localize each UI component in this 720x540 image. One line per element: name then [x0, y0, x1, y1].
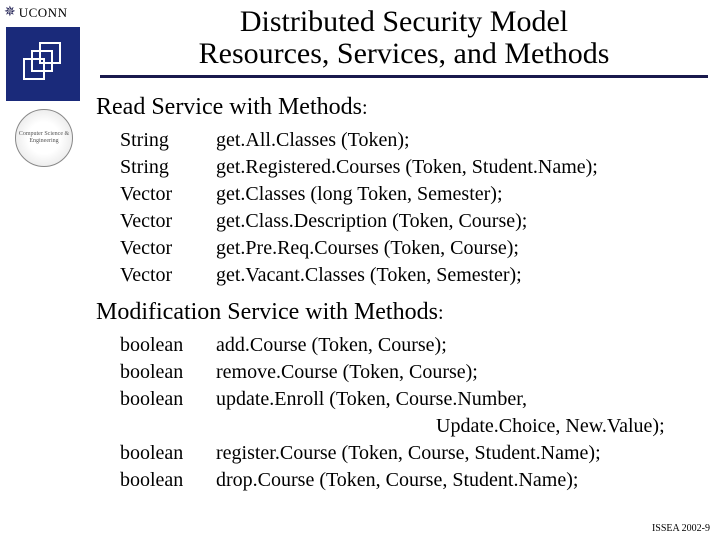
signature: drop.Course (Token, Course, Student.Name…: [216, 467, 708, 494]
dept-logo: [6, 27, 80, 101]
signature: get.Classes (long Token, Semester);: [216, 181, 708, 208]
signature: update.Enroll (Token, Course.Number,: [216, 386, 708, 413]
method-row: booleanregister.Course (Token, Course, S…: [120, 440, 708, 467]
method-row: booleandrop.Course (Token, Course, Stude…: [120, 467, 708, 494]
return-type: String: [120, 154, 216, 181]
slide: ✵ UCONN Computer Science & Engineering D…: [0, 0, 720, 540]
signature: remove.Course (Token, Course);: [216, 359, 708, 386]
read-heading-text: Read Service with Methods: [96, 94, 362, 120]
return-type: [120, 413, 216, 440]
stacked-squares-icon: [16, 37, 70, 91]
return-type: boolean: [120, 332, 216, 359]
uconn-logo: ✵ UCONN: [0, 0, 88, 23]
method-row: Vectorget.Classes (long Token, Semester)…: [120, 181, 708, 208]
method-row: booleanupdate.Enroll (Token, Course.Numb…: [120, 386, 708, 413]
read-methods: Stringget.All.Classes (Token); Stringget…: [120, 127, 708, 289]
method-row: booleanremove.Course (Token, Course);: [120, 359, 708, 386]
method-row: Vectorget.Class.Description (Token, Cour…: [120, 208, 708, 235]
title-line-1: Distributed Security Model: [100, 6, 708, 38]
return-type: boolean: [120, 440, 216, 467]
return-type: boolean: [120, 359, 216, 386]
method-row: Stringget.All.Classes (Token);: [120, 127, 708, 154]
return-type: String: [120, 127, 216, 154]
colon: :: [362, 97, 368, 119]
cse-seal-icon: Computer Science & Engineering: [15, 109, 73, 167]
return-type: boolean: [120, 467, 216, 494]
method-row: Update.Choice, New.Value);: [120, 413, 708, 440]
return-type: Vector: [120, 235, 216, 262]
signature: get.Vacant.Classes (Token, Semester);: [216, 262, 708, 289]
read-heading: Read Service with Methods:: [96, 94, 708, 121]
signature: register.Course (Token, Course, Student.…: [216, 440, 708, 467]
method-row: Vectorget.Vacant.Classes (Token, Semeste…: [120, 262, 708, 289]
mod-methods: booleanadd.Course (Token, Course); boole…: [120, 332, 708, 494]
method-row: Stringget.Registered.Courses (Token, Stu…: [120, 154, 708, 181]
signature: add.Course (Token, Course);: [216, 332, 708, 359]
method-row: booleanadd.Course (Token, Course);: [120, 332, 708, 359]
title-underline: [100, 75, 708, 78]
return-type: Vector: [120, 181, 216, 208]
signature: get.Pre.Req.Courses (Token, Course);: [216, 235, 708, 262]
title-line-2: Resources, Services, and Methods: [100, 38, 708, 70]
oakleaf-icon: ✵: [4, 4, 16, 21]
mod-heading: Modification Service with Methods:: [96, 299, 708, 326]
return-type: Vector: [120, 208, 216, 235]
footer-label: ISSEA 2002-9: [652, 523, 710, 534]
content: Read Service with Methods: Stringget.All…: [96, 92, 708, 504]
title-block: Distributed Security Model Resources, Se…: [100, 6, 708, 78]
return-type: Vector: [120, 262, 216, 289]
return-type: boolean: [120, 386, 216, 413]
signature: get.Class.Description (Token, Course);: [216, 208, 708, 235]
logo-column: ✵ UCONN Computer Science & Engineering: [0, 0, 88, 540]
mod-heading-text: Modification Service with Methods: [96, 299, 438, 325]
signature-continuation: Update.Choice, New.Value);: [436, 413, 708, 440]
method-row: Vectorget.Pre.Req.Courses (Token, Course…: [120, 235, 708, 262]
colon: :: [438, 302, 444, 324]
signature: get.All.Classes (Token);: [216, 127, 708, 154]
signature: get.Registered.Courses (Token, Student.N…: [216, 154, 708, 181]
uconn-label: UCONN: [19, 5, 68, 21]
